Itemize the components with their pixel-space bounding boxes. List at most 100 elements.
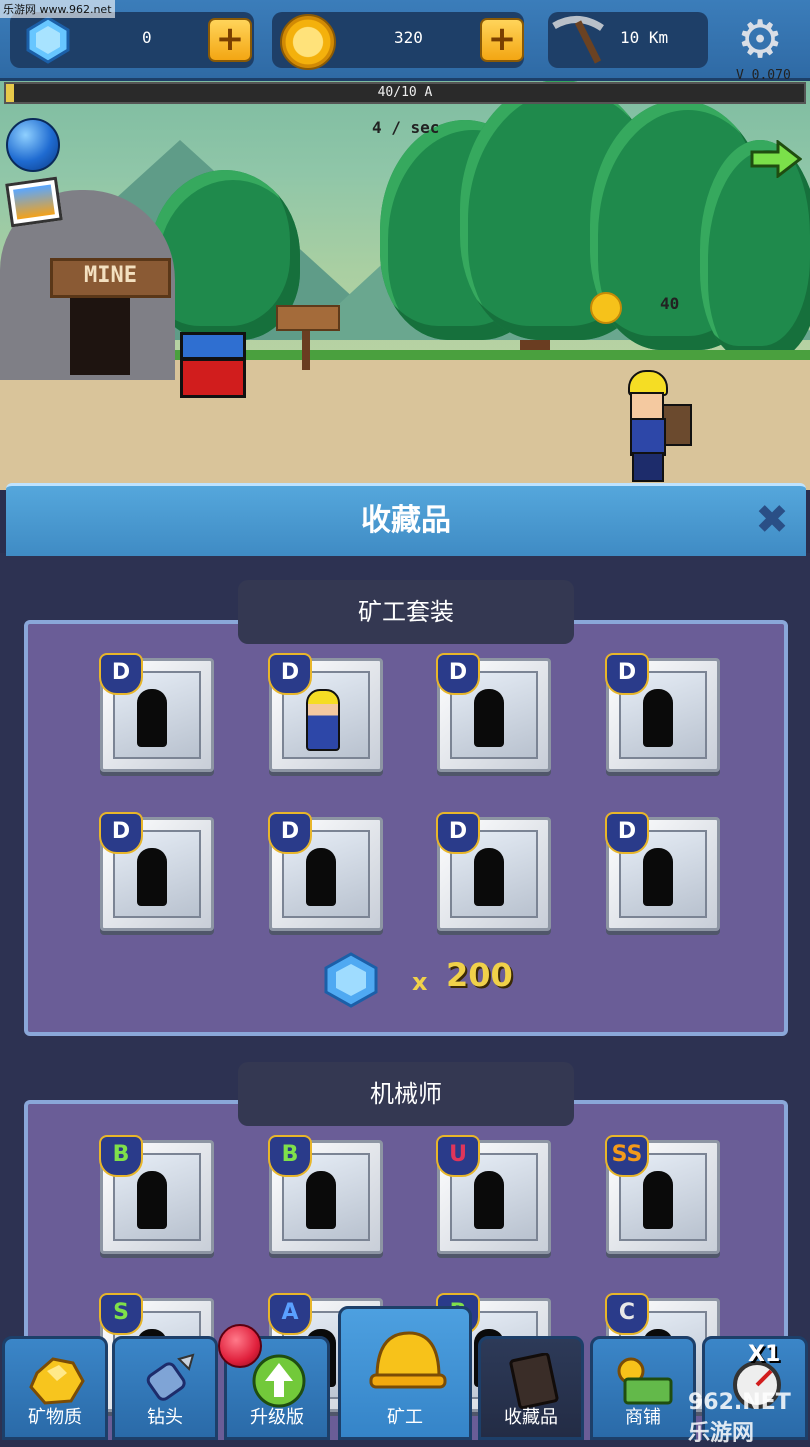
panel-title: 收藏品 [361,503,451,538]
speed-multiplier[interactable]: X1 [748,1342,780,1367]
watermark-bottom: 962.NET 乐游网 [688,1390,791,1446]
arrow-right-icon[interactable] [750,140,802,178]
panel-header: 收藏品 ✖ [6,483,806,556]
book-icon [509,1353,559,1409]
watermark: 乐游网 www.962.net [0,0,115,18]
rarity-badge: D [268,812,312,854]
locked-silhouette [474,848,504,906]
mine-entrance [70,285,130,375]
rarity-badge: D [605,653,649,695]
reward-value: 200 [446,956,513,994]
mine-sign: MINE [50,258,171,298]
upgrade-arrow-icon [252,1354,306,1408]
rarity-badge: B [268,1135,312,1177]
signpost [276,305,340,331]
gem-icon [324,952,378,1008]
coin-popup-value: 40 [660,294,680,313]
drill-icon [146,1353,195,1401]
reward-multiplier: x [412,968,428,996]
locked-silhouette [474,1171,504,1229]
coins-value: 320 [394,28,423,47]
distance-value: 10 Km [620,28,669,47]
gear-icon[interactable]: ⚙ [732,12,788,68]
rarity-badge: C [605,1293,649,1335]
section-title: 矿工套装 [358,598,454,626]
chest-box [180,358,246,398]
miner-legs [632,452,664,482]
miner-portrait [306,689,340,751]
add-coins-button[interactable]: + [480,18,524,62]
rarity-badge: S [99,1293,143,1335]
depth-progress-bar: 40/10 A [4,82,806,104]
section-title-box: 矿工套装 [238,580,574,644]
rarity-badge: U [436,1135,480,1177]
photo-image [13,184,55,220]
rarity-badge: D [605,812,649,854]
collection-card[interactable]: SS [605,1135,720,1254]
nav-label: 矿工 [387,1407,423,1428]
nav-label: 升级版 [250,1407,304,1428]
progress-text: 40/10 A [377,85,433,100]
collection-card[interactable]: D [268,812,383,931]
photo-icon[interactable] [5,176,63,228]
rarity-badge: D [99,653,143,695]
locked-silhouette [643,689,673,747]
collection-card[interactable]: B [268,1135,383,1254]
pickaxe-icon [552,16,604,64]
notification-dot [218,1324,262,1368]
rarity-badge: B [99,1135,143,1177]
locked-silhouette [474,689,504,747]
chest-lid [180,332,246,360]
collection-card[interactable]: D [436,653,551,772]
nav-minerals[interactable]: 矿物质 [2,1336,108,1440]
coin-icon [280,14,336,70]
collection-card[interactable]: D [99,653,214,772]
rarity-badge: D [436,812,480,854]
collection-card[interactable]: D [605,812,720,931]
collection-card[interactable]: D [436,812,551,931]
rarity-badge: SS [605,1135,649,1177]
coin-popup-icon [590,292,622,324]
nav-label: 钻头 [147,1407,183,1428]
production-rate: 4 / sec [372,118,440,137]
rarity-badge: D [436,653,480,695]
collection-card[interactable]: D [268,653,383,772]
close-icon[interactable]: ✖ [750,498,794,542]
nav-miner[interactable]: 矿工 [338,1306,472,1440]
signpost-pole [302,325,310,370]
section-title: 机械师 [370,1080,442,1108]
nav-collection[interactable]: 收藏品 [478,1336,584,1440]
nav-label: 矿物质 [28,1407,82,1428]
collection-card[interactable]: B [99,1135,214,1254]
locked-silhouette [306,1171,336,1229]
rarity-badge: D [99,812,143,854]
miner-character[interactable] [620,370,692,482]
locked-silhouette [643,1171,673,1229]
add-gems-button[interactable]: + [208,18,252,62]
gem-icon [26,16,70,64]
section-title-box: 机械师 [238,1062,574,1126]
rarity-badge: A [268,1293,312,1335]
nav-label: 商铺 [625,1407,661,1428]
version-label: V 0.070 [736,68,791,83]
miner-body [630,418,666,456]
gold-nugget-icon [29,1357,85,1405]
cash-icon [617,1357,673,1405]
collection-card[interactable]: D [605,653,720,772]
collection-card[interactable]: D [99,812,214,931]
locked-silhouette [306,848,336,906]
rarity-badge: D [268,653,312,695]
locked-silhouette [137,848,167,906]
nav-drill[interactable]: 钻头 [112,1336,218,1440]
nav-label: 收藏品 [504,1407,558,1428]
top-bar: 0 + 320 + 10 Km ⚙ [0,0,810,81]
treasure-chest[interactable] [180,332,246,398]
gems-value: 0 [142,28,152,47]
locked-silhouette [137,689,167,747]
locked-silhouette [137,1171,167,1229]
helmet-icon [369,1331,447,1389]
collection-card[interactable]: U [436,1135,551,1254]
globe-icon[interactable] [6,118,60,172]
nav-shop[interactable]: 商铺 [590,1336,696,1440]
locked-silhouette [643,848,673,906]
